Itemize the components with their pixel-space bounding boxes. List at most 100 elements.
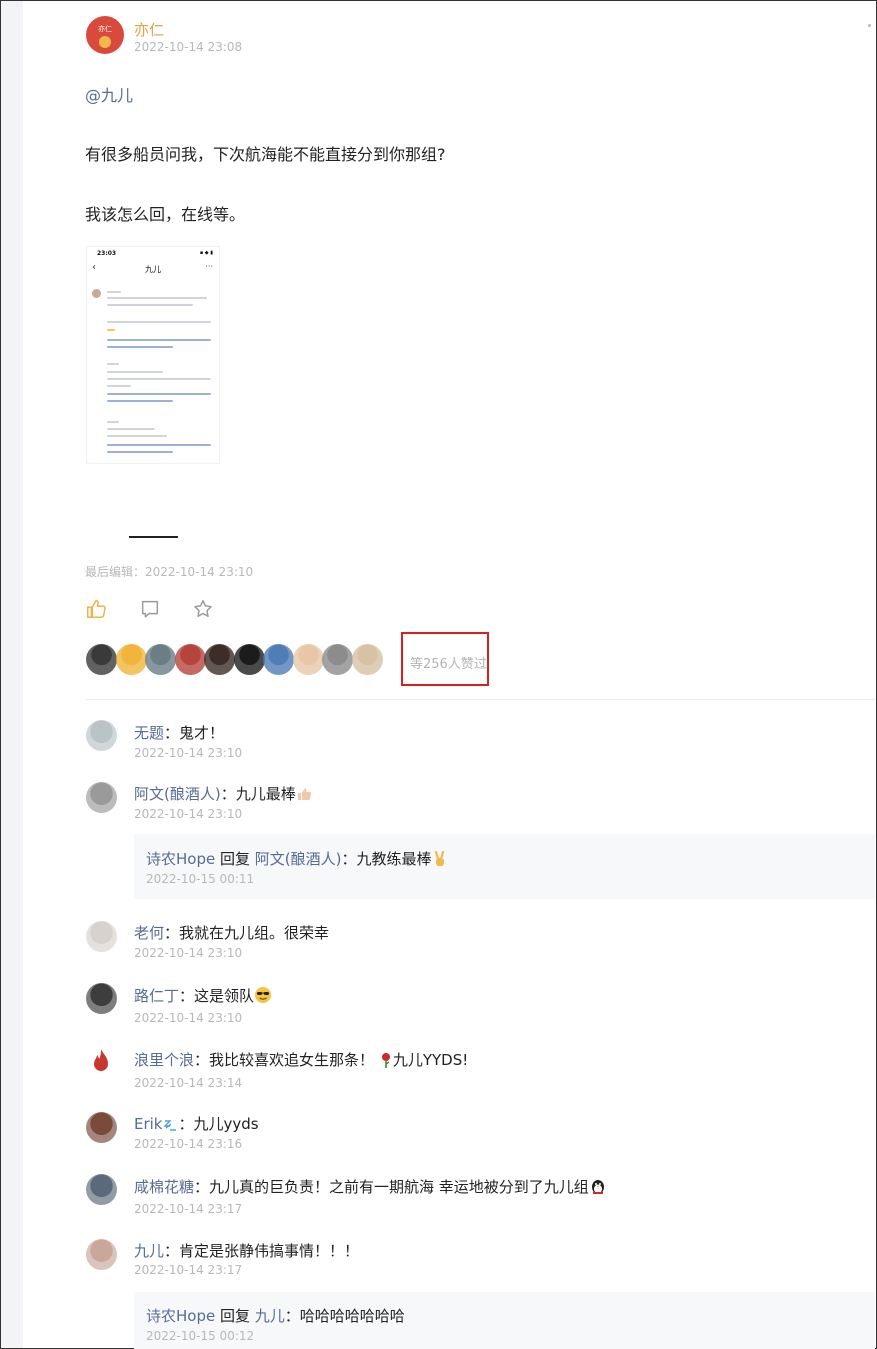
comment-text: Erik ：九儿yyds	[134, 1113, 259, 1136]
scroll-indicator[interactable]	[868, 24, 871, 27]
liker-avatar[interactable]	[233, 644, 265, 675]
reply-from[interactable]: 诗农Hope	[146, 850, 215, 868]
comment-avatar[interactable]	[86, 1112, 117, 1143]
comment-body: ：这是领队	[179, 987, 255, 1005]
reply-box: 诗农Hope 回复 九儿：哈哈哈哈哈哈哈 2022-10-15 00:12	[134, 1292, 875, 1349]
post-author[interactable]: 亦仁	[134, 19, 164, 40]
image-line	[107, 385, 131, 387]
reply-body: ：哈哈哈哈哈哈哈	[284, 1307, 405, 1325]
comment-text: 阿文(酿酒人)：九儿最棒	[134, 783, 312, 806]
liker-avatar[interactable]	[263, 644, 294, 675]
star-icon	[194, 600, 212, 617]
like-button[interactable]	[85, 598, 107, 620]
comment-body-extra: 九儿YYDS!	[392, 1051, 469, 1069]
comment-time: 2022-10-14 23:17	[134, 1263, 243, 1277]
flame-icon	[94, 1049, 108, 1071]
comment-avatar[interactable]	[86, 921, 117, 952]
comment-text: 路仁丁：这是领队	[134, 985, 272, 1008]
post-image[interactable]: 23:03 ▪ ◆ ▮ ‹ 九儿 ···	[86, 246, 220, 464]
commenter-name[interactable]: 浪里个浪	[134, 1051, 194, 1069]
liker-avatar[interactable]	[86, 644, 117, 675]
comment-time: 2022-10-14 23:16	[134, 1137, 243, 1151]
post-time: 2022-10-14 23:08	[134, 40, 243, 54]
liker-avatar[interactable]	[292, 644, 324, 675]
status-icons: ▪ ◆ ▮	[199, 250, 213, 256]
comment-avatar[interactable]	[86, 1046, 117, 1077]
image-link	[107, 400, 173, 402]
last-edited: 最后编辑：2022-10-14 23:10	[85, 565, 254, 579]
image-line	[107, 435, 167, 437]
comment-text: 咸棉花糖：九儿真的巨负责！之前有一期航海 幸运地被分到了九儿组	[134, 1176, 607, 1199]
commenter-name[interactable]: 咸棉花糖	[134, 1178, 194, 1196]
sunglasses-emoji-icon	[254, 986, 272, 1008]
image-link	[107, 393, 211, 395]
like-count-highlight[interactable]: 等256人赞过	[401, 632, 489, 686]
image-line	[107, 329, 115, 331]
comment-text: 九儿：肯定是张静伟搞事情！！！	[134, 1240, 359, 1261]
comment-avatar[interactable]	[86, 720, 117, 751]
comment-time: 2022-10-14 23:10	[134, 746, 243, 760]
comment-body: ：九儿yyds	[178, 1115, 259, 1133]
comment-button[interactable]	[139, 598, 161, 620]
comment-icon	[141, 600, 159, 618]
left-gutter	[1, 1, 23, 1348]
comment-avatar[interactable]	[86, 1174, 117, 1205]
image-line	[107, 421, 119, 423]
comment-avatar[interactable]	[86, 983, 117, 1014]
comments-divider	[86, 699, 875, 700]
comment-body: ：鬼才！	[164, 724, 225, 742]
liker-avatar[interactable]	[174, 644, 206, 675]
more-icon: ···	[205, 262, 213, 271]
commenter-name[interactable]: 九儿	[134, 1242, 164, 1260]
image-line	[107, 304, 193, 306]
comment-time: 2022-10-14 23:10	[134, 807, 243, 821]
liker-avatar[interactable]	[204, 644, 235, 675]
commenter-name[interactable]: 老何	[134, 924, 164, 942]
post-paragraph: 有很多船员问我，下次航海能不能直接分到你那组?	[85, 145, 446, 164]
mention-link[interactable]: @九儿	[85, 82, 133, 106]
favorite-button[interactable]	[192, 598, 214, 620]
comment-time: 2022-10-14 23:10	[134, 946, 243, 960]
image-line	[107, 363, 119, 365]
commenter-name[interactable]: 无题	[134, 724, 164, 742]
comment-time: 2022-10-14 23:14	[134, 1076, 243, 1090]
author-avatar[interactable]: 亦仁	[86, 16, 124, 54]
commenter-name[interactable]: 阿文(酿酒人)	[134, 785, 221, 803]
reply-text: 诗农Hope 回复 阿文(酿酒人)：九教练最棒	[146, 848, 448, 871]
liker-avatar[interactable]	[351, 644, 383, 675]
commenter-name[interactable]: 路仁丁	[134, 987, 179, 1005]
liker-avatar[interactable]	[322, 644, 353, 675]
status-time: 23:03	[97, 250, 117, 257]
separator-line	[129, 536, 178, 538]
image-link	[107, 346, 173, 348]
comment-avatar[interactable]	[86, 782, 117, 813]
rose-emoji-icon	[379, 1052, 393, 1072]
image-link	[107, 339, 211, 341]
image-link	[107, 444, 211, 446]
image-link	[107, 451, 173, 453]
commenter-name[interactable]: Erik	[134, 1115, 163, 1133]
thumbs-up-icon	[87, 600, 106, 618]
image-line	[107, 291, 121, 293]
comment-avatar[interactable]	[86, 1239, 117, 1270]
reply-time: 2022-10-15 00:12	[146, 1329, 255, 1343]
liker-avatar[interactable]	[115, 644, 147, 675]
reply-to[interactable]: 阿文(酿酒人)	[255, 850, 342, 868]
reply-text: 诗农Hope 回复 九儿：哈哈哈哈哈哈哈	[146, 1305, 405, 1326]
image-line	[107, 321, 211, 323]
victory-hand-icon	[432, 850, 448, 871]
avatar	[92, 289, 101, 298]
post-paragraph: 我该怎么回，在线等。	[85, 205, 246, 224]
image-line	[107, 428, 155, 430]
comment-text: 无题：鬼才！	[134, 722, 224, 743]
reply-time: 2022-10-15 00:11	[146, 872, 255, 886]
image-line	[107, 297, 207, 299]
author-avatar-text: 亦仁	[98, 25, 112, 33]
like-count: 等256人赞过	[410, 657, 487, 672]
liker-avatar[interactable]	[145, 644, 176, 675]
reply-to[interactable]: 九儿	[255, 1307, 285, 1325]
image-title: 九儿	[145, 265, 161, 274]
image-line	[107, 371, 163, 373]
reply-from[interactable]: 诗农Hope	[146, 1307, 215, 1325]
image-line	[107, 378, 211, 380]
